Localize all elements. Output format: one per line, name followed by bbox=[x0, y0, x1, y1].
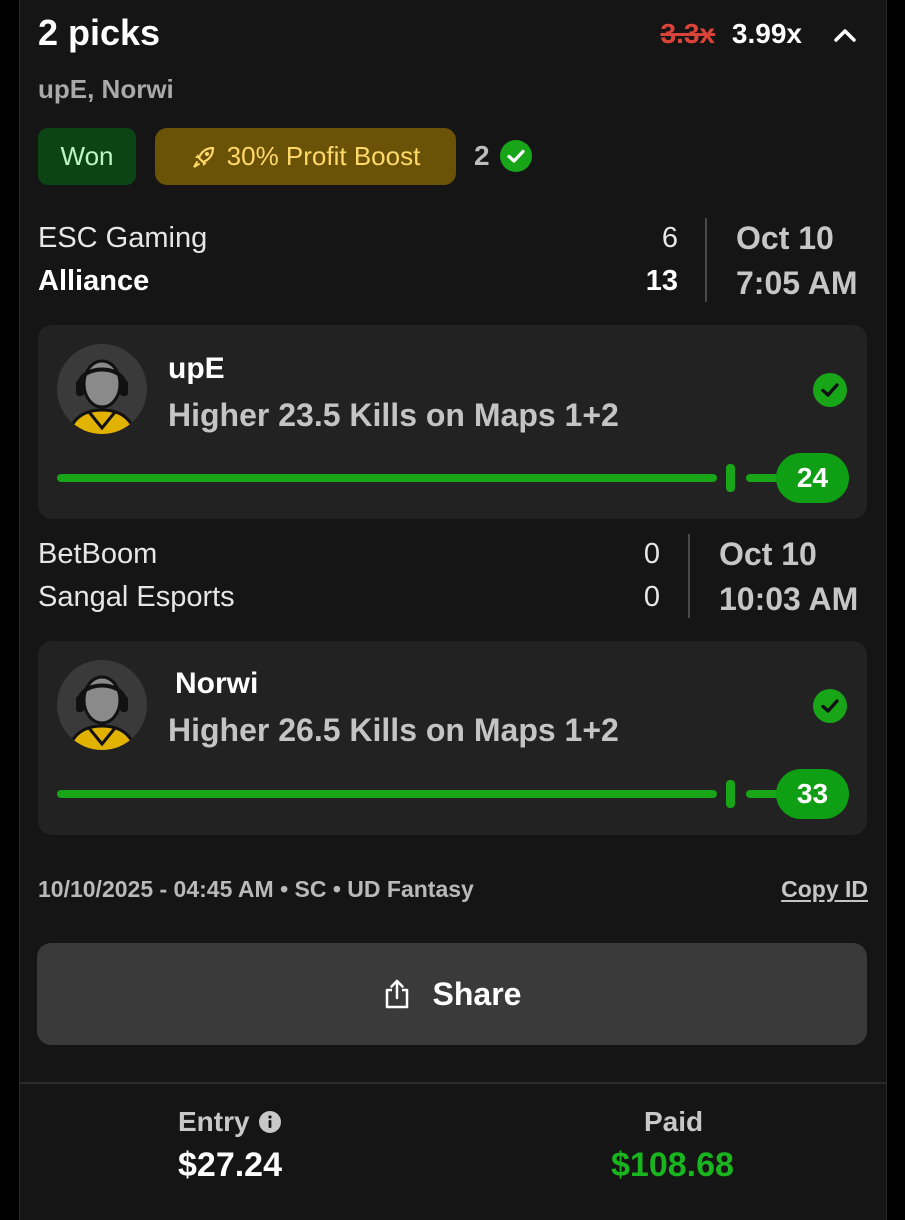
footer-divider bbox=[20, 1082, 886, 1084]
game1-team1: ESC Gaming bbox=[38, 222, 208, 254]
entry-meta: 10/10/2025 - 04:45 AM • SC • UD Fantasy bbox=[38, 876, 474, 902]
paid-value: $108.68 bbox=[611, 1146, 734, 1184]
result-pill: 24 bbox=[776, 453, 849, 503]
game1-score1: 6 bbox=[661, 222, 678, 254]
share-icon bbox=[383, 978, 411, 1010]
profit-boost-badge: 30% Profit Boost bbox=[155, 128, 456, 185]
chevron-up-icon[interactable] bbox=[830, 20, 860, 50]
game1-time: 7:05 AM bbox=[736, 265, 858, 301]
game1-score2: 13 bbox=[645, 265, 678, 297]
game2-score2: 0 bbox=[643, 581, 660, 613]
old-multiplier: 3.3x bbox=[660, 18, 716, 49]
player-avatar-icon bbox=[57, 660, 147, 750]
rocket-icon bbox=[191, 144, 217, 170]
player-avatar-icon bbox=[57, 344, 147, 434]
game2-score1: 0 bbox=[643, 538, 660, 570]
progress-track bbox=[57, 790, 717, 798]
status-badge: Won bbox=[38, 128, 136, 185]
boosted-multiplier: 3.99x bbox=[731, 18, 802, 49]
divider bbox=[705, 218, 707, 302]
game1-team2: Alliance bbox=[38, 265, 150, 297]
picks-summary: upE, Norwi bbox=[38, 74, 174, 104]
player-name: Norwi bbox=[175, 667, 259, 700]
entry-label: Entry bbox=[178, 1106, 250, 1137]
share-button[interactable]: Share bbox=[37, 943, 867, 1045]
share-label: Share bbox=[432, 975, 522, 1012]
game2-time: 10:03 AM bbox=[719, 581, 859, 617]
pick-line: Higher 26.5 Kills on Maps 1+2 bbox=[168, 712, 619, 748]
check-circle-icon bbox=[813, 373, 847, 407]
entry-label-group: Entry bbox=[178, 1106, 282, 1138]
paid-label: Paid bbox=[644, 1106, 704, 1137]
pick-line: Higher 23.5 Kills on Maps 1+2 bbox=[168, 397, 619, 433]
game2-team1: BetBoom bbox=[38, 538, 158, 570]
player-name: upE bbox=[168, 352, 225, 385]
progress-track bbox=[57, 474, 717, 482]
target-marker bbox=[726, 464, 735, 492]
page-title: 2 picks bbox=[38, 12, 161, 53]
target-marker bbox=[726, 780, 735, 808]
game2-team2: Sangal Esports bbox=[38, 581, 235, 613]
copy-id-link[interactable]: Copy ID bbox=[781, 876, 868, 903]
info-icon[interactable] bbox=[258, 1110, 282, 1134]
game2-date: Oct 10 bbox=[719, 536, 817, 572]
profit-boost-label: 30% Profit Boost bbox=[226, 141, 421, 171]
result-value: 24 bbox=[796, 462, 829, 493]
game1-date: Oct 10 bbox=[736, 220, 834, 256]
check-circle-icon bbox=[813, 689, 847, 723]
divider bbox=[688, 534, 690, 618]
entry-value: $27.24 bbox=[178, 1146, 282, 1184]
result-pill: 33 bbox=[776, 769, 849, 819]
result-value: 33 bbox=[796, 778, 829, 809]
status-badge-label: Won bbox=[60, 141, 114, 171]
wins-count: 2 bbox=[474, 140, 490, 171]
check-circle-icon bbox=[500, 140, 532, 172]
